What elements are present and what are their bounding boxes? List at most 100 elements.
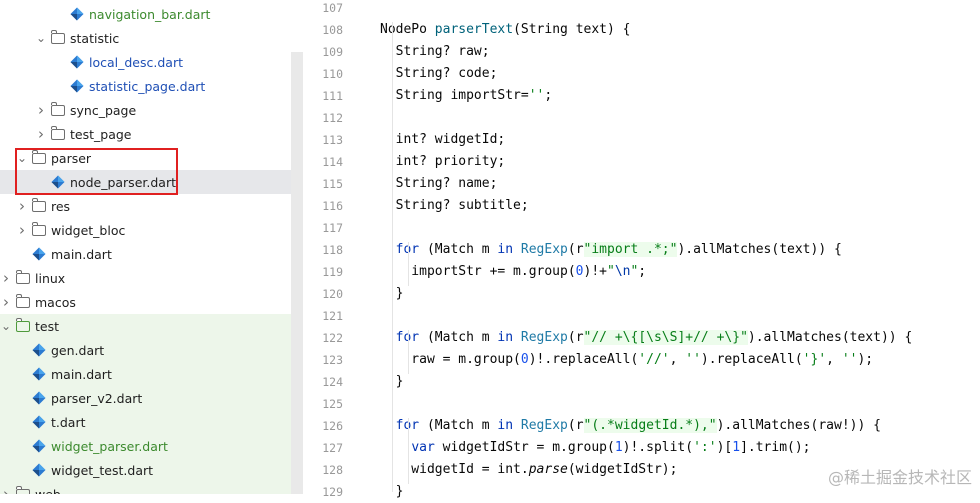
tree-item-label: gen.dart [51,342,105,358]
tree-item-label: statistic_page.dart [89,78,206,94]
tree-scrollbar[interactable] [291,52,303,494]
indent-guide [392,22,393,492]
tree-item-label: sync_page [70,102,137,118]
code-line: String? raw; [380,41,490,63]
tree-item-label: linux [35,270,66,286]
dart-file-icon [32,367,46,381]
code-line: int? priority; [380,151,506,173]
code-token: widgetId = int. [380,462,529,477]
folder-icon [50,102,65,116]
code-token: (r [567,330,584,345]
folder-icon [31,222,46,236]
tree-folder-statistic[interactable]: ⌄ statistic [0,26,291,50]
code-token: ).allMatches(text)) { [677,242,842,257]
tree-item-label: t.dart [51,414,86,430]
code-token: (Match m [419,418,498,433]
tree-file[interactable]: navigation_bar.dart [0,2,291,26]
tree-folder-res[interactable]: › res [0,194,291,218]
tree-item-label: parser_v2.dart [51,390,143,406]
tree-file[interactable]: widget_parser.dart [0,434,291,458]
chevron-right-icon[interactable]: › [0,266,12,290]
folder-icon [15,270,30,284]
line-number: 115 [322,177,343,191]
tree-item-label: macos [35,294,76,310]
code-editor[interactable]: 107 108 109 110 111 112 113 114 115 116 117 118 119 1… [303,0,980,499]
tree-item-label: navigation_bar.dart [89,6,211,22]
tree-file[interactable]: widget_test.dart [0,458,291,482]
code-line: NodePo parserText(String text) { [380,19,630,41]
dart-file-icon [32,415,46,429]
code-token: ).replaceAll( [700,352,803,367]
tree-folder-test_page[interactable]: › test_page [0,122,291,146]
tree-folder-web[interactable]: › web [0,482,291,494]
code-token: )!.replaceAll( [528,352,639,367]
tree-folder-macos[interactable]: › macos [0,290,291,314]
dart-file-icon [70,55,84,69]
line-number: 118 [322,243,343,257]
tree-file[interactable]: local_desc.dart [0,50,291,74]
tree-file[interactable]: statistic_page.dart [0,74,291,98]
code-token: '}' [802,352,827,367]
chevron-down-icon[interactable]: ⌄ [35,26,47,50]
code-line: for (Match m in RegExp(r"// +\{[\s\S]+//… [380,327,912,349]
tree-file[interactable]: parser_v2.dart [0,386,291,410]
code-token: )!+ [583,264,607,279]
tree-folder-test[interactable]: ⌄ test [0,314,291,338]
line-number: 124 [322,375,343,389]
code-token: int? priority; [380,154,506,169]
tree-file[interactable]: main.dart [0,362,291,386]
indent-guide [408,418,409,484]
code-token: "(.*widgetId.*)," [583,418,717,433]
tree-folder-sync_page[interactable]: › sync_page [0,98,291,122]
line-number: 117 [322,221,343,235]
code-token: ); [857,352,874,367]
chevron-right-icon[interactable]: › [35,98,47,122]
code-token: (r [567,242,584,257]
tree-item-label: test [35,318,60,334]
tree-item-label: test_page [70,126,132,142]
tree-folder-widget_bloc[interactable]: › widget_bloc [0,218,291,242]
folder-icon [50,30,65,44]
chevron-right-icon[interactable]: › [16,194,28,218]
code-token: String? raw; [380,44,490,59]
tree-item-label: main.dart [51,366,112,382]
tree-file[interactable]: main.dart [0,242,291,266]
code-token: widgetIdStr = m.group( [434,440,615,455]
tree-item-label: web [35,486,61,495]
chevron-right-icon[interactable]: › [0,482,12,494]
code-token: \n [614,264,631,279]
tree-item-label: widget_bloc [51,222,126,238]
chevron-right-icon[interactable]: › [35,122,47,146]
code-token: in [497,242,514,257]
line-number: 120 [322,287,343,301]
tree-folder-linux[interactable]: › linux [0,266,291,290]
chevron-down-icon[interactable]: ⌄ [0,314,12,338]
chevron-right-icon[interactable]: › [0,290,12,314]
code-token: 1 [614,440,623,455]
line-number: 114 [322,155,343,169]
code-token: (widgetIdStr); [567,462,678,477]
line-number-gutter: 107 108 109 110 111 112 113 114 115 116 117 118 119 1… [303,0,375,499]
code-token: ; [638,264,647,279]
code-token: raw = m.group( [380,352,521,367]
code-line: widgetId = int.parse(widgetIdStr); [380,459,677,481]
tree-file[interactable]: gen.dart [0,338,291,362]
watermark: @稀土掘金技术社区 [827,468,972,487]
line-number: 126 [322,419,343,433]
indent-guide [408,330,409,374]
tree-file[interactable]: t.dart [0,410,291,434]
folder-icon [15,486,30,494]
chevron-right-icon[interactable]: › [16,218,28,242]
code-token: (r [567,418,584,433]
code-token: String? name; [380,176,498,191]
code-token: in [497,330,514,345]
code-line: var widgetIdStr = m.group(1)!.split(':')… [380,437,810,459]
code-token: parserText [434,22,514,37]
code-token: "// +\{[\s\S]+// +\}" [583,330,748,345]
tree-item-label: statistic [70,30,120,46]
